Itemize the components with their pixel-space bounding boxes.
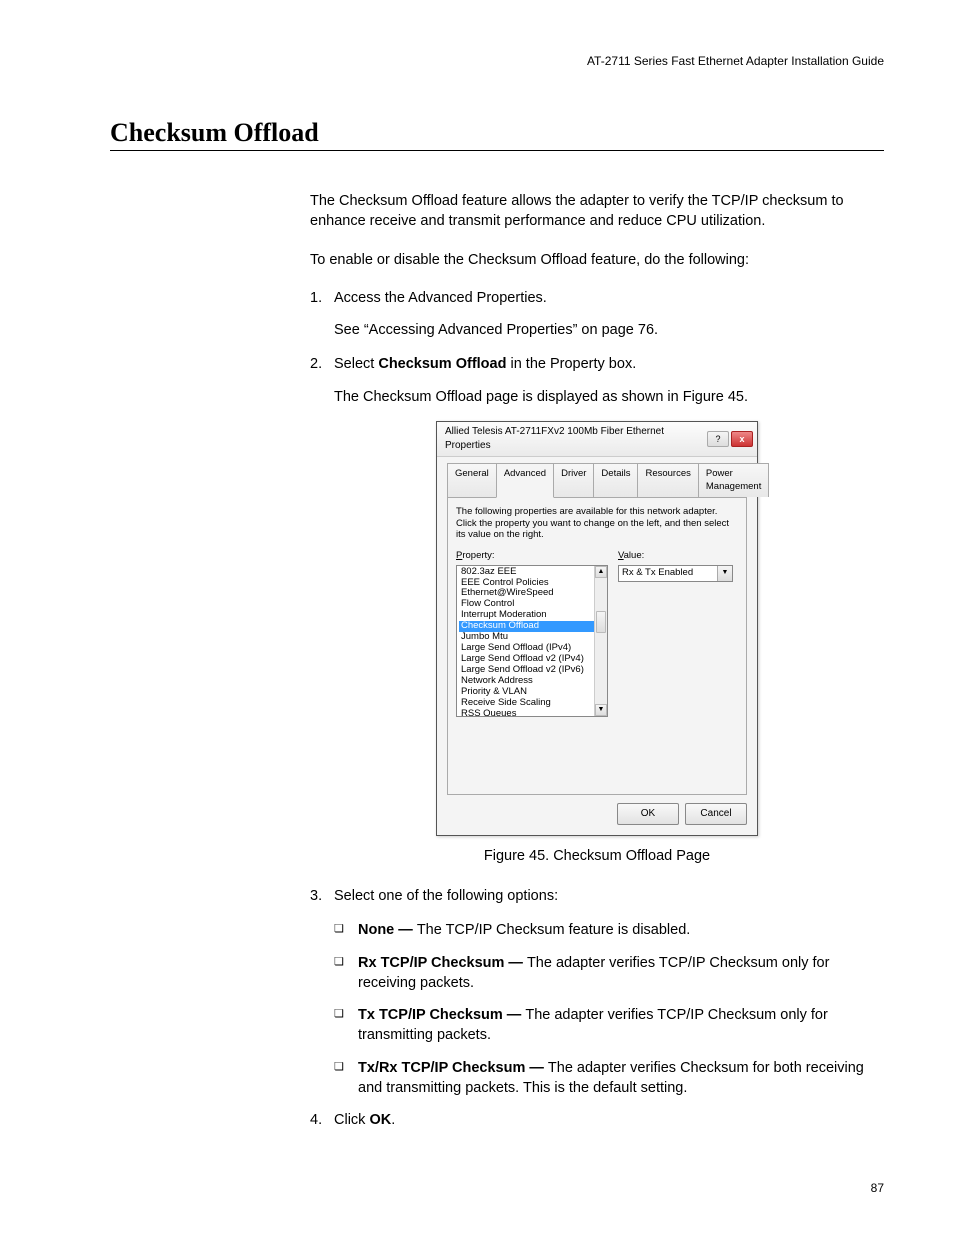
step-2-post: in the Property box.	[506, 356, 636, 372]
option-txrx-bold: Tx/Rx TCP/IP Checksum —	[358, 1060, 548, 1076]
tab-general[interactable]: General	[447, 463, 497, 497]
step-2: 2.Select Checksum Offload in the Propert…	[310, 354, 884, 407]
tab-strip: General Advanced Driver Details Resource…	[447, 463, 747, 497]
scroll-thumb[interactable]	[596, 611, 606, 633]
step-2-sub: The Checksum Offload page is displayed a…	[334, 387, 884, 407]
step-2-bold: Checksum Offload	[378, 356, 506, 372]
property-label: Property:	[456, 549, 608, 562]
bullet-icon: ❏	[334, 920, 358, 940]
enable-paragraph: To enable or disable the Checksum Offloa…	[310, 250, 884, 270]
ok-button[interactable]: OK	[617, 803, 679, 825]
option-tx-bold: Tx TCP/IP Checksum —	[358, 1007, 525, 1023]
scroll-down-button[interactable]: ▼	[595, 704, 607, 716]
option-txrx: ❏ Tx/Rx TCP/IP Checksum — The adapter ve…	[334, 1058, 884, 1099]
step-2-number: 2.	[310, 354, 334, 374]
option-none-bold: None —	[358, 922, 417, 938]
step-4-pre: Click	[334, 1112, 369, 1128]
step-4: 4.Click OK.	[310, 1110, 884, 1130]
step-4-bold: OK	[369, 1112, 391, 1128]
property-listbox[interactable]: 802.3az EEEEEE Control PoliciesEthernet@…	[456, 565, 608, 717]
option-none: ❏ None — The TCP/IP Checksum feature is …	[334, 920, 884, 940]
tab-power-management[interactable]: Power Management	[698, 463, 769, 497]
option-none-text: The TCP/IP Checksum feature is disabled.	[417, 922, 690, 938]
tab-details[interactable]: Details	[593, 463, 638, 497]
tab-resources[interactable]: Resources	[637, 463, 698, 497]
option-rx-bold: Rx TCP/IP Checksum —	[358, 955, 527, 971]
panel-instruction: The following properties are available f…	[456, 506, 738, 542]
step-3-number: 3.	[310, 886, 334, 906]
property-item[interactable]: RSS Queues	[459, 709, 605, 717]
step-1-sub: See “Accessing Advanced Properties” on p…	[334, 320, 884, 340]
option-tx: ❏ Tx TCP/IP Checksum — The adapter verif…	[334, 1005, 884, 1046]
help-button[interactable]: ?	[707, 431, 729, 447]
tab-driver[interactable]: Driver	[553, 463, 594, 497]
step-4-post: .	[391, 1112, 395, 1128]
dialog-title: Allied Telesis AT-2711FXv2 100Mb Fiber E…	[445, 425, 707, 453]
section-title: Checksum Offload	[110, 118, 884, 151]
step-2-pre: Select	[334, 356, 378, 372]
value-dropdown[interactable]: Rx & Tx Enabled ▼	[618, 565, 733, 582]
scroll-up-button[interactable]: ▲	[595, 566, 607, 578]
cancel-button[interactable]: Cancel	[685, 803, 747, 825]
tab-advanced[interactable]: Advanced	[496, 463, 554, 498]
step-1-text: Access the Advanced Properties.	[334, 290, 547, 306]
intro-paragraph: The Checksum Offload feature allows the …	[310, 191, 884, 232]
bullet-icon: ❏	[334, 953, 358, 994]
step-4-number: 4.	[310, 1110, 334, 1130]
properties-dialog: Allied Telesis AT-2711FXv2 100Mb Fiber E…	[436, 421, 758, 836]
option-rx: ❏ Rx TCP/IP Checksum — The adapter verif…	[334, 953, 884, 994]
dropdown-arrow-icon[interactable]: ▼	[717, 566, 732, 581]
property-item[interactable]: 802.3az EEE	[459, 567, 605, 578]
value-dropdown-text: Rx & Tx Enabled	[619, 566, 717, 579]
running-header: AT-2711 Series Fast Ethernet Adapter Ins…	[110, 54, 884, 68]
value-label: Value:	[618, 549, 733, 562]
step-3-text: Select one of the following options:	[334, 888, 558, 904]
scrollbar[interactable]: ▲ ▼	[594, 566, 607, 716]
bullet-icon: ❏	[334, 1058, 358, 1099]
close-button[interactable]: x	[731, 431, 753, 447]
property-item[interactable]: Receive Side Scaling	[459, 698, 605, 709]
bullet-icon: ❏	[334, 1005, 358, 1046]
figure-caption: Figure 45. Checksum Offload Page	[310, 846, 884, 866]
step-1: 1.Access the Advanced Properties. See “A…	[310, 288, 884, 341]
dialog-titlebar: Allied Telesis AT-2711FXv2 100Mb Fiber E…	[437, 422, 757, 457]
step-3: 3.Select one of the following options:	[310, 886, 884, 906]
tab-panel-advanced: The following properties are available f…	[447, 497, 747, 795]
step-1-number: 1.	[310, 288, 334, 308]
page-number: 87	[871, 1181, 884, 1195]
